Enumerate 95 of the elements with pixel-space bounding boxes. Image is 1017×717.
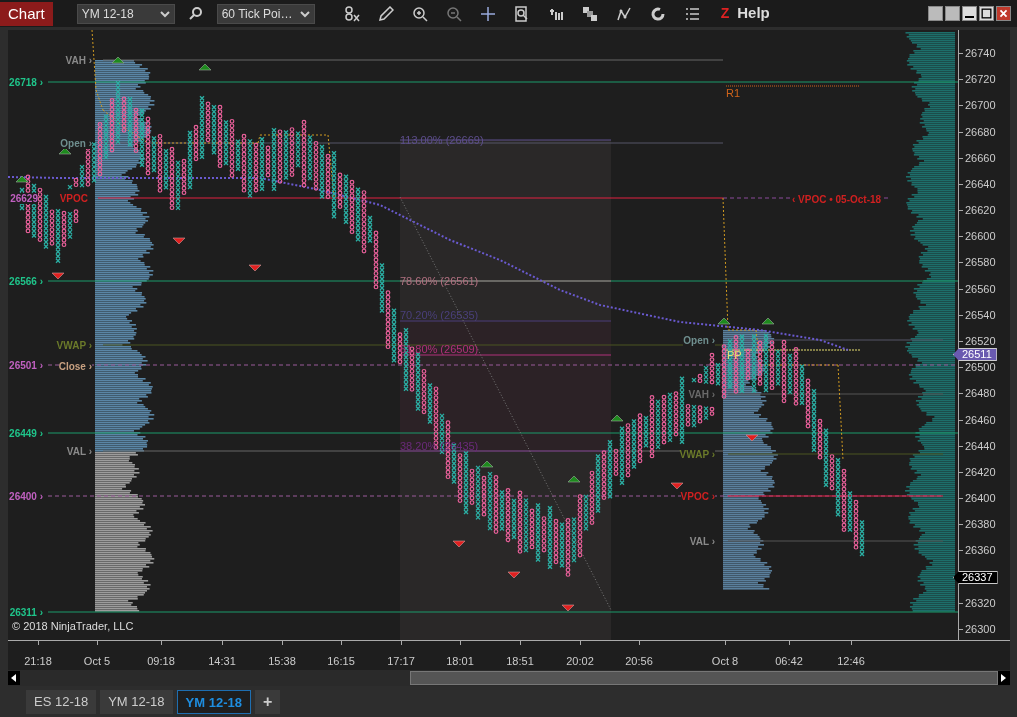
level-label: Open › <box>683 335 715 346</box>
list-icon <box>683 5 700 22</box>
level-label: VPOC › <box>680 491 715 502</box>
level-label: 26718 › <box>9 77 43 88</box>
level-label: 26311 › <box>9 607 43 618</box>
time-label: 14:31 <box>208 654 236 669</box>
price-label: 26600 <box>965 230 996 243</box>
scroll-left-button[interactable] <box>8 671 20 685</box>
level-label: 26566 › <box>9 276 43 287</box>
level-label: VAL › <box>66 446 92 457</box>
level-label: VPOC <box>59 193 88 204</box>
level-label: 26629 <box>10 193 38 204</box>
pivot-label: R1 <box>726 87 741 99</box>
time-label: 06:42 <box>775 654 803 669</box>
maximize-icon <box>980 7 993 20</box>
window-title[interactable]: Chart <box>0 1 53 26</box>
level-label: VWAP › <box>679 449 715 460</box>
price-label: 26740 <box>965 47 996 59</box>
circles-icon <box>343 5 360 22</box>
right-arrow-icon <box>1001 674 1007 682</box>
time-label: 21:18 <box>24 654 52 669</box>
zoom-in-icon <box>411 5 428 22</box>
level-label: Close › <box>58 361 92 372</box>
scroll-right-button[interactable] <box>998 671 1010 685</box>
zoom-out-icon <box>445 5 462 22</box>
level-label: VAH › <box>688 389 715 400</box>
time-label: Oct 5 <box>83 654 111 669</box>
time-label: 18:51 <box>506 654 534 669</box>
minimize-icon <box>965 16 974 18</box>
close-button[interactable] <box>996 6 1011 21</box>
level-label: 26449 › <box>9 428 43 439</box>
maximize-button[interactable] <box>979 6 994 21</box>
price-label: 26300 <box>965 622 996 635</box>
refresh-icon <box>649 5 666 22</box>
tab[interactable]: ES 12-18 <box>26 690 97 714</box>
instrument-dropdown[interactable]: YM 12-18 <box>76 3 175 24</box>
vpoc-label: ‹ VPOC • 05-Oct-18 <box>792 194 882 205</box>
price-label: 26320 <box>965 596 996 609</box>
time-label: 17:17 <box>387 654 415 669</box>
price-marker: 26511 <box>953 348 997 361</box>
price-label: 26400 <box>965 492 996 505</box>
hotkey-button[interactable]: Z <box>716 3 734 24</box>
line-chart-icon <box>615 5 632 22</box>
level-label: Open › <box>60 138 92 149</box>
fibonacci-label: 113.00% (26669) <box>400 134 484 146</box>
scrollbar-thumb[interactable] <box>410 671 998 685</box>
left-arrow-icon <box>11 674 17 682</box>
document-search-icon <box>513 5 530 22</box>
level-label: 26400 › <box>9 491 43 502</box>
crosshair-icon <box>479 5 496 22</box>
price-label: 26700 <box>965 99 996 112</box>
close-icon <box>997 7 1010 20</box>
search-icon <box>187 5 204 22</box>
price-label: 26720 <box>965 73 996 86</box>
copyright-text: © 2018 NinjaTrader, LLC <box>12 618 134 634</box>
time-label: 20:02 <box>566 654 594 669</box>
level-label: VAL › <box>689 536 715 547</box>
price-label: 26460 <box>965 413 996 426</box>
caret-icon <box>159 9 170 18</box>
level-label: VWAP › <box>56 340 92 351</box>
add-tab-button[interactable]: + <box>254 690 281 714</box>
time-label: 16:15 <box>327 654 355 669</box>
time-label: 09:18 <box>147 654 175 669</box>
bar-type-dropdown[interactable]: 60 Tick Poi… <box>216 3 315 24</box>
blocks-icon <box>581 5 598 22</box>
price-label: 26620 <box>965 204 996 217</box>
level-label: VAH › <box>65 55 92 66</box>
caret-icon <box>299 9 310 18</box>
price-label: 26380 <box>965 518 996 531</box>
price-label: 26540 <box>965 308 996 321</box>
tab[interactable]: YM 12-18 <box>100 690 173 714</box>
price-label: 26660 <box>965 151 996 164</box>
help-menu[interactable]: Help <box>733 2 774 25</box>
price-label: 26580 <box>965 256 996 269</box>
time-label: 20:56 <box>625 654 653 669</box>
tab[interactable]: YM 12-18 <box>176 690 251 714</box>
price-label: 26440 <box>965 439 996 452</box>
pencil-icon <box>377 5 394 22</box>
time-label: 18:01 <box>446 654 474 669</box>
level-label: 26501 › <box>9 360 43 371</box>
price-label: 26560 <box>965 282 996 295</box>
price-label: 26520 <box>965 334 996 347</box>
price-label: 26480 <box>965 387 996 400</box>
price-label: 26680 <box>965 125 996 138</box>
price-label: 26640 <box>965 177 996 190</box>
fibonacci-label: 78.60% (26561) <box>400 275 479 287</box>
time-label: 15:38 <box>268 654 296 669</box>
fibonacci-label: 70.20% (26535) <box>400 309 479 321</box>
time-label: 12:46 <box>837 654 865 669</box>
price-marker: 26337 <box>953 571 998 584</box>
minimize-button[interactable] <box>962 6 977 21</box>
price-label: 26420 <box>965 465 996 478</box>
price-label: 26360 <box>965 544 996 557</box>
price-label: 26500 <box>965 361 996 374</box>
time-label: Oct 8 <box>711 654 739 669</box>
